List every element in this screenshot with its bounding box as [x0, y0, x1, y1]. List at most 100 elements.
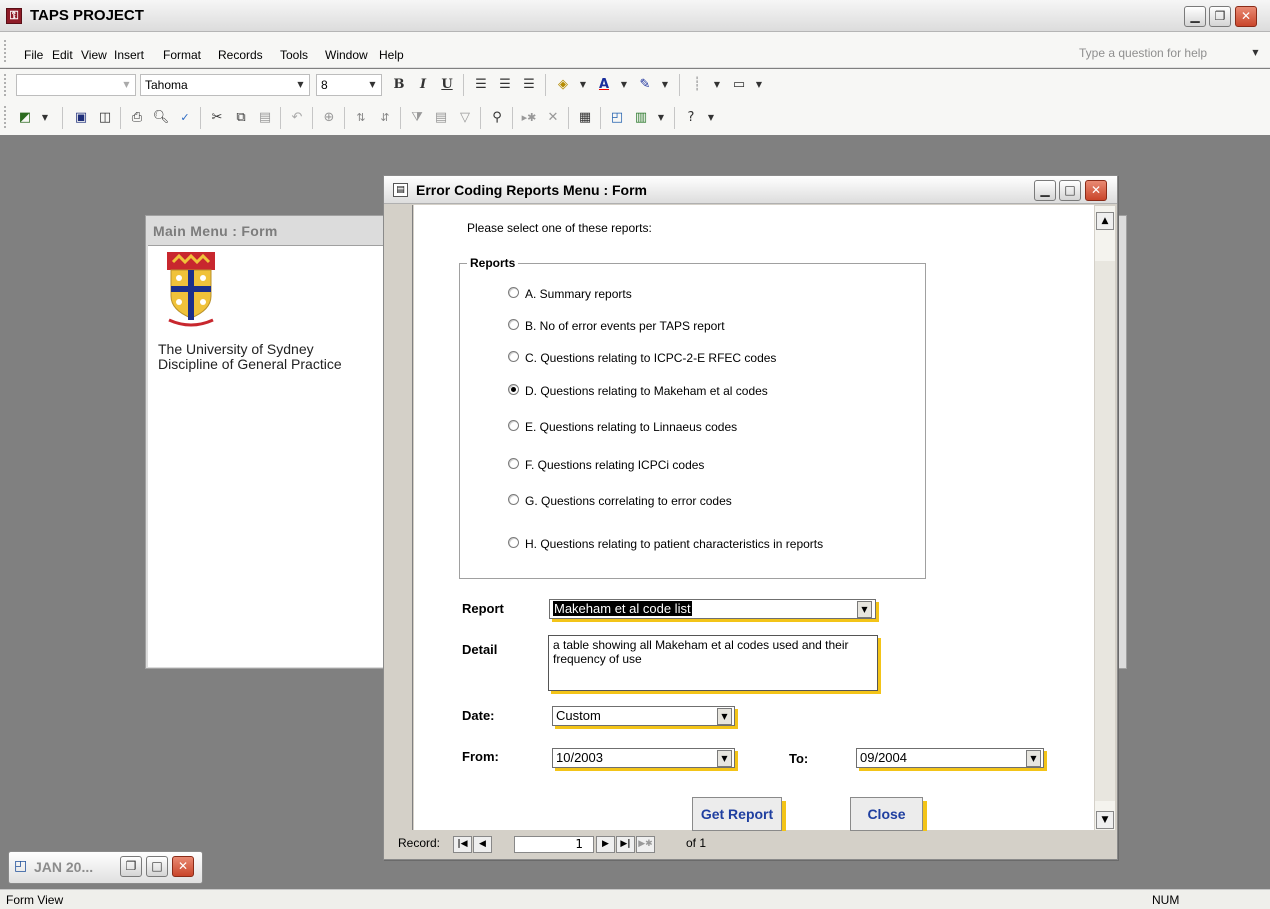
align-right-icon[interactable]: ☰: [518, 74, 540, 96]
radio-report-e[interactable]: [508, 420, 519, 431]
menu-window[interactable]: Window: [325, 48, 368, 62]
new-record-nav-icon[interactable]: ▶✱: [636, 836, 655, 853]
report-dropdown-arrow-icon[interactable]: ▼: [857, 601, 872, 618]
view-arrow-icon[interactable]: ▼: [34, 107, 56, 129]
last-record-icon[interactable]: ▶|: [616, 836, 635, 853]
sort-descending-icon[interactable]: ⇵: [374, 107, 396, 129]
close-form-button[interactable]: Close: [850, 797, 923, 831]
record-selector-strip[interactable]: [388, 205, 413, 830]
new-record-icon[interactable]: ▸✱: [518, 107, 540, 129]
menu-records[interactable]: Records: [218, 48, 263, 62]
radio-label-f[interactable]: F. Questions relating ICPCi codes: [525, 458, 704, 472]
from-dropdown[interactable]: 10/2003: [552, 748, 735, 768]
menu-help[interactable]: Help: [379, 48, 404, 62]
properties-icon[interactable]: ▦: [574, 107, 596, 129]
radio-report-a[interactable]: [508, 287, 519, 298]
radio-report-b[interactable]: [508, 319, 519, 330]
fill-color-arrow-icon[interactable]: ▼: [572, 74, 594, 96]
radio-label-a[interactable]: A. Summary reports: [525, 287, 632, 301]
first-record-icon[interactable]: |◀: [453, 836, 472, 853]
sort-ascending-icon[interactable]: ⇅: [350, 107, 372, 129]
minimized-close-button[interactable]: ✕: [172, 856, 194, 877]
hyperlink-icon[interactable]: ⊕: [318, 107, 340, 129]
scrollbar-track[interactable]: [1095, 261, 1115, 801]
menu-tools[interactable]: Tools: [280, 48, 308, 62]
help-icon[interactable]: ?: [680, 107, 702, 129]
save-icon[interactable]: ▣: [70, 107, 92, 129]
find-icon[interactable]: ⚲: [486, 107, 508, 129]
form-minimize-button[interactable]: ▁: [1034, 180, 1056, 201]
help-search-input[interactable]: Type a question for help: [1079, 43, 1259, 63]
toolbar-grip[interactable]: [4, 74, 7, 96]
form-icon[interactable]: ▤: [393, 183, 408, 197]
minimize-button[interactable]: ▁: [1184, 6, 1206, 27]
database-window-icon[interactable]: ◰: [606, 107, 628, 129]
radio-report-h[interactable]: [508, 537, 519, 548]
scroll-up-icon[interactable]: ▲: [1096, 212, 1114, 230]
menu-edit[interactable]: Edit: [52, 48, 73, 62]
from-dropdown-arrow-icon[interactable]: ▼: [717, 750, 732, 767]
previous-record-icon[interactable]: ◀: [473, 836, 492, 853]
to-dropdown[interactable]: 09/2004: [856, 748, 1044, 768]
radio-report-f[interactable]: [508, 458, 519, 469]
get-report-button[interactable]: Get Report: [692, 797, 782, 831]
menu-file[interactable]: File: [24, 48, 43, 62]
vertical-scrollbar[interactable]: [1095, 206, 1115, 830]
toolbar-grip[interactable]: [4, 106, 7, 128]
filter-by-form-icon[interactable]: ▤: [430, 107, 452, 129]
radio-label-d[interactable]: D. Questions relating to Makeham et al c…: [525, 384, 768, 398]
underline-button[interactable]: U: [436, 74, 458, 96]
object-combo-arrow-icon[interactable]: ▼: [119, 75, 134, 95]
radio-label-g[interactable]: G. Questions correlating to error codes: [525, 494, 732, 508]
font-size-arrow-icon[interactable]: ▼: [365, 75, 380, 95]
paste-icon[interactable]: ▤: [254, 107, 276, 129]
font-combo[interactable]: Tahoma: [140, 74, 310, 96]
scroll-down-icon[interactable]: ▼: [1096, 811, 1114, 829]
detail-textbox[interactable]: a table showing all Makeham et al codes …: [548, 635, 878, 691]
date-dropdown-arrow-icon[interactable]: ▼: [717, 708, 732, 725]
special-effect-arrow-icon[interactable]: ▼: [748, 74, 770, 96]
record-number-field[interactable]: 1: [514, 836, 594, 853]
new-object-icon[interactable]: ▥: [630, 107, 652, 129]
copy-icon[interactable]: ⧉: [230, 107, 252, 129]
access-key-icon[interactable]: ⚿: [6, 8, 22, 24]
radio-report-c[interactable]: [508, 351, 519, 362]
form-close-button[interactable]: ✕: [1085, 180, 1107, 201]
help-dropdown-icon[interactable]: ▼: [1248, 43, 1263, 63]
undo-icon[interactable]: ↶: [286, 107, 308, 129]
font-color-arrow-icon[interactable]: ▼: [613, 74, 635, 96]
apply-filter-icon[interactable]: ▽: [454, 107, 476, 129]
file-search-icon[interactable]: ◫: [94, 107, 116, 129]
font-color-icon[interactable]: A: [593, 74, 615, 96]
radio-label-e[interactable]: E. Questions relating to Linnaeus codes: [525, 420, 737, 434]
line-color-icon[interactable]: ✎: [634, 74, 656, 96]
line-width-icon[interactable]: ┊: [686, 74, 708, 96]
date-dropdown[interactable]: Custom: [552, 706, 735, 726]
minimized-maximize-button[interactable]: □: [146, 856, 168, 877]
fill-color-icon[interactable]: ◈: [552, 74, 574, 96]
minimized-restore-button[interactable]: ❐: [120, 856, 142, 877]
report-dropdown[interactable]: Makeham et al code list: [549, 599, 876, 619]
italic-button[interactable]: I: [412, 74, 434, 96]
close-button[interactable]: ✕: [1235, 6, 1257, 27]
filter-by-selection-icon[interactable]: ⧩: [406, 107, 428, 129]
radio-label-b[interactable]: B. No of error events per TAPS report: [525, 319, 725, 333]
new-object-arrow-icon[interactable]: ▼: [650, 107, 672, 129]
report-value[interactable]: Makeham et al code list: [553, 601, 692, 616]
help-arrow-icon[interactable]: ▼: [700, 107, 722, 129]
font-combo-arrow-icon[interactable]: ▼: [293, 75, 308, 95]
print-preview-icon[interactable]: 🔍︎: [150, 107, 172, 129]
radio-report-d[interactable]: [508, 384, 519, 395]
radio-report-g[interactable]: [508, 494, 519, 505]
restore-button[interactable]: ❐: [1209, 6, 1231, 27]
next-record-icon[interactable]: ▶: [596, 836, 615, 853]
menu-format[interactable]: Format: [163, 48, 201, 62]
spelling-icon[interactable]: ✓: [174, 107, 196, 129]
line-width-arrow-icon[interactable]: ▼: [706, 74, 728, 96]
print-icon[interactable]: ⎙: [126, 107, 148, 129]
align-center-icon[interactable]: ☰: [494, 74, 516, 96]
radio-label-h[interactable]: H. Questions relating to patient charact…: [525, 537, 823, 551]
menubar-grip[interactable]: [4, 40, 7, 62]
form-maximize-button[interactable]: □: [1059, 180, 1081, 201]
radio-label-c[interactable]: C. Questions relating to ICPC-2-E RFEC c…: [525, 351, 776, 365]
